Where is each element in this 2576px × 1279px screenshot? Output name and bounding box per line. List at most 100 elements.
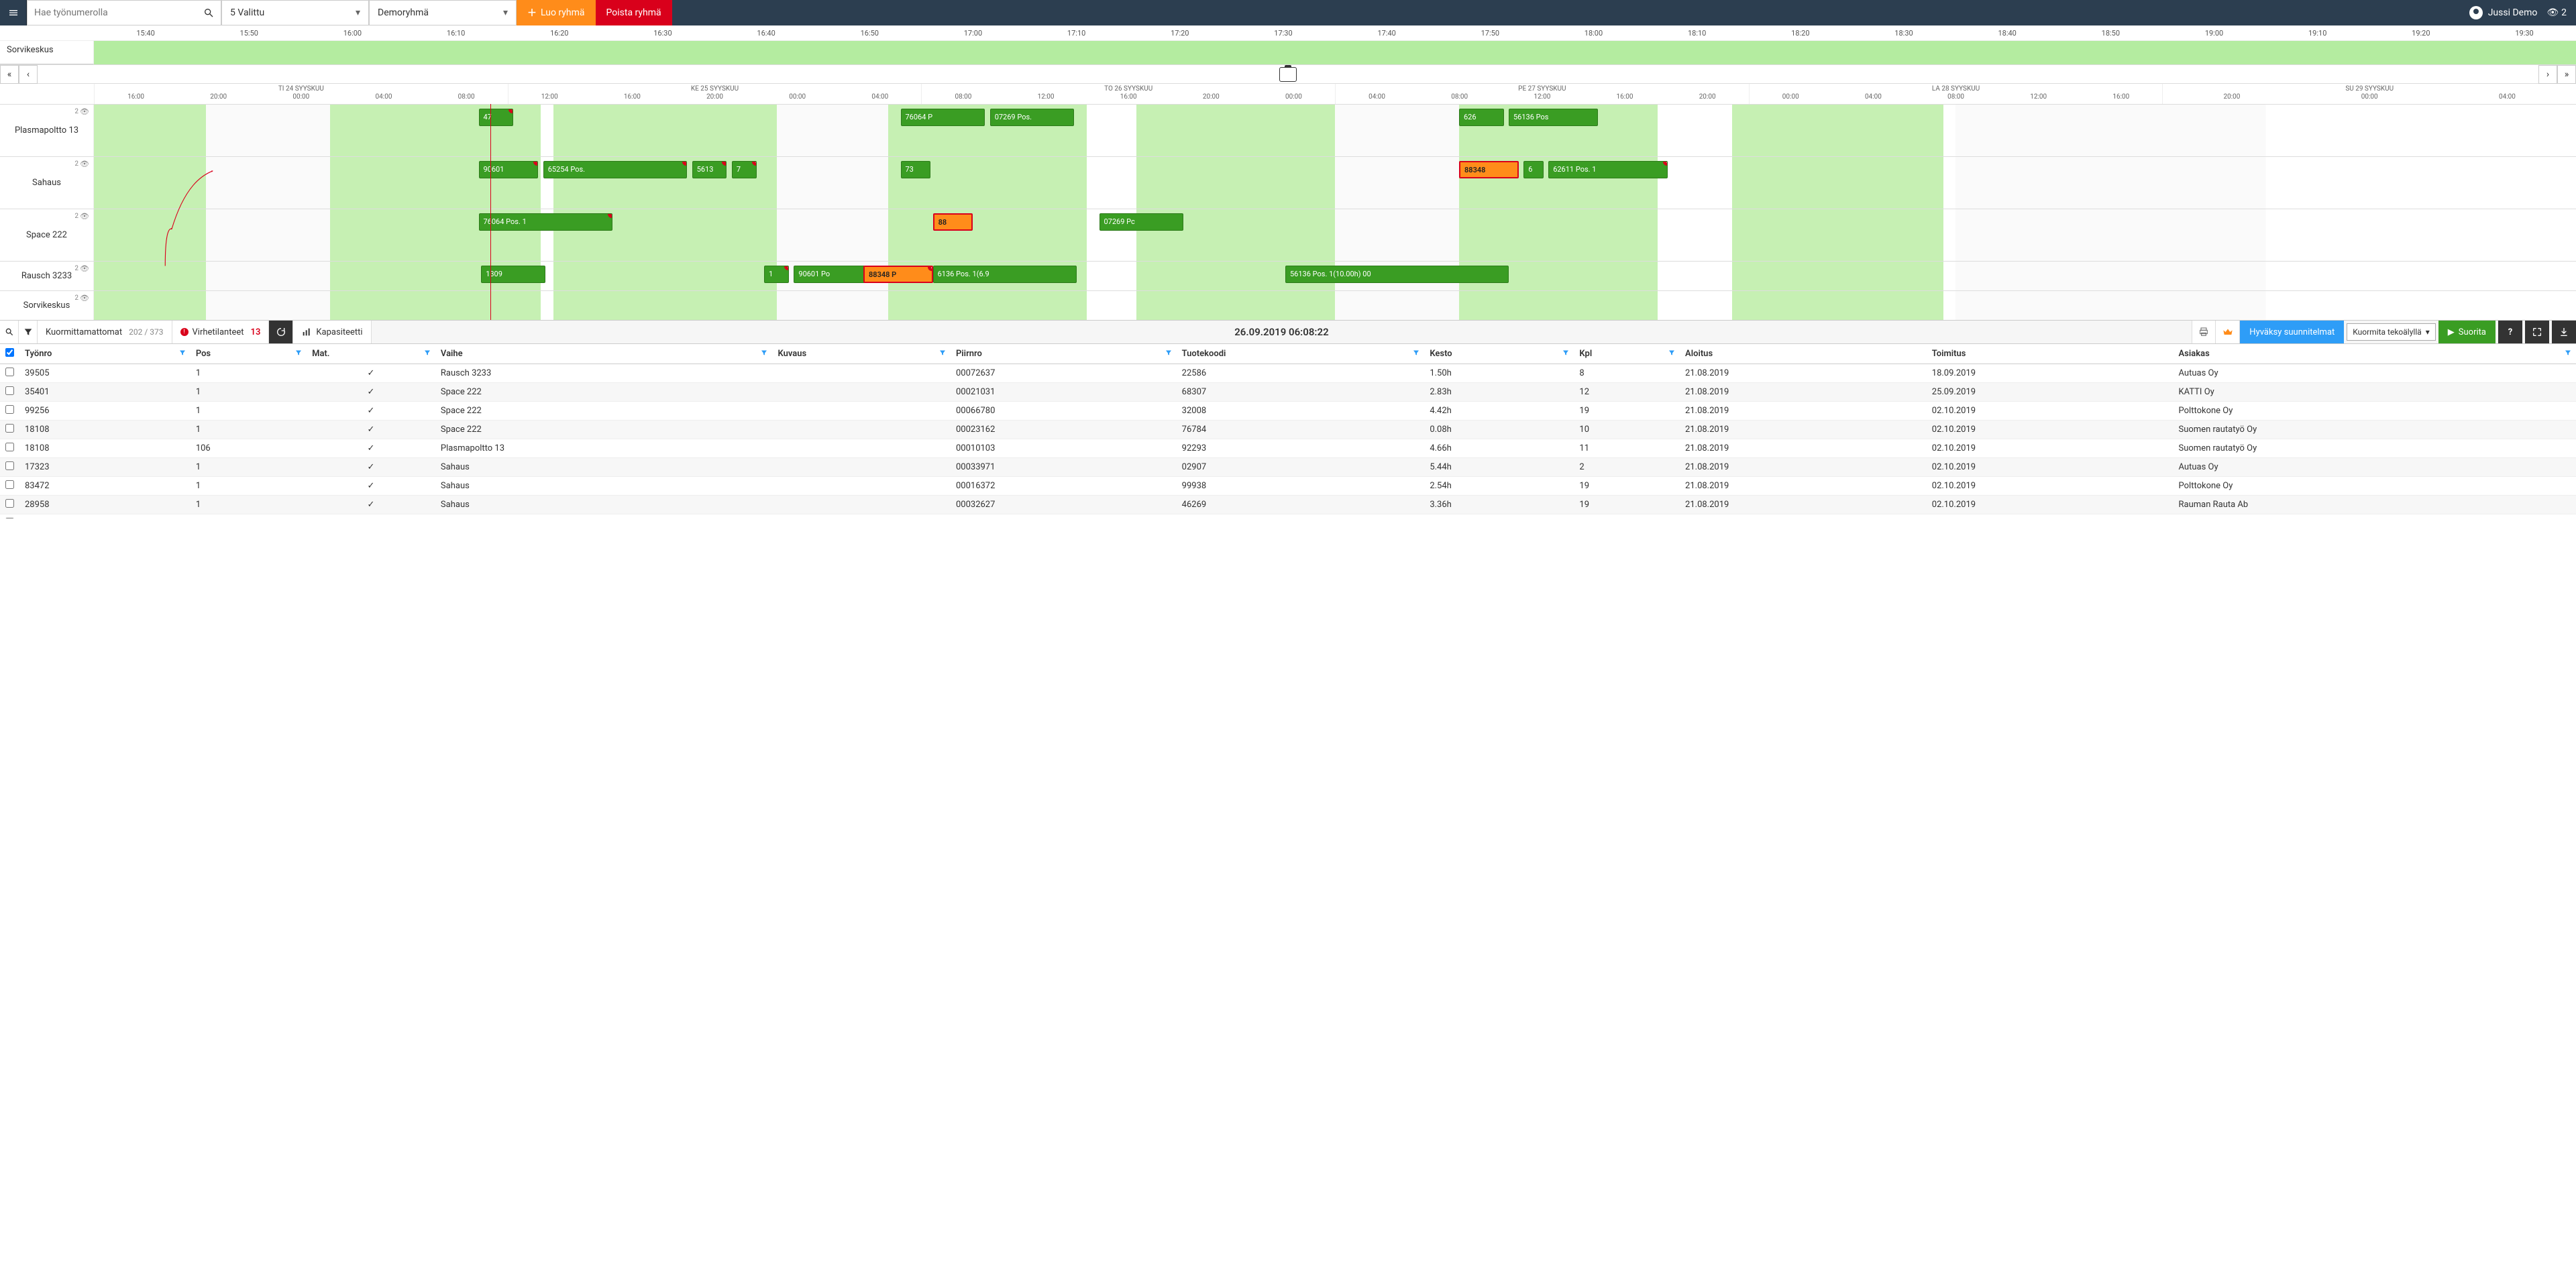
gantt-task[interactable]: 76064 P	[901, 109, 985, 126]
capacity-tab[interactable]: Kapasiteetti	[293, 321, 371, 343]
filter-icon[interactable]	[178, 349, 186, 359]
unloaded-tab[interactable]: Kuormittamattomat 202 / 373	[38, 321, 172, 343]
col-header[interactable]: Tuotekoodi	[1177, 344, 1425, 364]
row-checkbox[interactable]	[5, 405, 14, 414]
table-row[interactable]: 304431✓Space 22200027311305863.36h1221.0…	[0, 514, 2576, 519]
col-header[interactable]: Vaihe	[435, 344, 773, 364]
group-dropdown[interactable]: Demoryhmä	[369, 0, 517, 25]
col-header[interactable]: Toimitus	[1927, 344, 2174, 364]
cell-kpl: 12	[1574, 514, 1680, 519]
col-header[interactable]: Työnro	[19, 344, 191, 364]
cell-vaihe: Plasmapoltto 13	[435, 439, 773, 458]
gantt-task[interactable]: 07269 Pos.	[990, 109, 1075, 126]
filter-icon[interactable]	[760, 349, 768, 359]
help-button[interactable]: ?	[2498, 321, 2522, 343]
row-checkbox[interactable]	[5, 480, 14, 489]
nav-prev-button[interactable]: ‹	[19, 65, 38, 84]
gantt-task[interactable]: 6	[1523, 161, 1544, 178]
filter-icon[interactable]	[2564, 349, 2572, 359]
filter-funnel-button[interactable]	[19, 321, 38, 343]
filter-search-button[interactable]	[0, 321, 19, 343]
gantt-task[interactable]: 56136 Pos	[1509, 109, 1598, 126]
create-group-button[interactable]: Luo ryhmä	[517, 0, 596, 25]
col-header[interactable]: Kpl	[1574, 344, 1680, 364]
gantt-task[interactable]: 62611 Pos. 1!	[1548, 161, 1668, 178]
gantt-row-label: Space 2222	[0, 209, 94, 261]
col-checkbox[interactable]	[0, 344, 19, 364]
row-checkbox[interactable]	[5, 424, 14, 433]
search-input[interactable]	[28, 7, 197, 18]
gantt-task[interactable]: 626	[1459, 109, 1504, 126]
execute-button[interactable]: ▶ Suorita	[2438, 321, 2496, 343]
table-row[interactable]: 395051✓Rausch 323300072637225861.50h821.…	[0, 364, 2576, 383]
gantt-track[interactable]: 47! 76064 P 07269 Pos. 626 56136 Pos	[94, 105, 2576, 156]
gantt-task[interactable]: 88	[933, 213, 973, 231]
gantt-task[interactable]: 47!	[479, 109, 514, 126]
download-button[interactable]	[2552, 321, 2576, 343]
gantt-task[interactable]: 65254 Pos.!	[543, 161, 688, 178]
gantt-task[interactable]: 73	[901, 161, 930, 178]
gantt-track[interactable]	[94, 291, 2576, 320]
errors-tab[interactable]: ! Virhetilanteet 13	[172, 321, 270, 343]
gantt-task[interactable]: 07269 Pc	[1099, 213, 1184, 231]
gantt-track[interactable]: 76064 Pos. 1! 88 07269 Pc	[94, 209, 2576, 261]
gantt-track[interactable]: 90601!65254 Pos.!5613! 7! 73 88348662611 Po…	[94, 157, 2576, 209]
print-button[interactable]	[2192, 321, 2216, 343]
nav-last-button[interactable]: »	[2557, 65, 2576, 84]
gantt-task[interactable]: 7!	[732, 161, 757, 178]
row-checkbox[interactable]	[5, 461, 14, 470]
selection-dropdown[interactable]: 5 Valittu	[221, 0, 369, 25]
gantt-task[interactable]: 1!	[764, 266, 789, 283]
col-header[interactable]: Kuvaus	[772, 344, 950, 364]
nav-first-button[interactable]: «	[0, 65, 19, 84]
filter-icon[interactable]	[294, 349, 303, 359]
table-row[interactable]: 992561✓Space 22200066780320084.42h1921.0…	[0, 402, 2576, 421]
filter-icon[interactable]	[1412, 349, 1420, 359]
menu-button[interactable]	[0, 0, 27, 25]
table-row[interactable]: 181081✓Space 22200023162767840.08h1021.0…	[0, 421, 2576, 439]
col-header[interactable]: Mat.	[307, 344, 435, 364]
row-checkbox[interactable]	[5, 499, 14, 508]
table-row[interactable]: 18108106✓Plasmapoltto 1300010103922934.6…	[0, 439, 2576, 458]
cell-vaihe: Rausch 3233	[435, 364, 773, 383]
gantt-task[interactable]: 88348 P!	[863, 266, 933, 283]
approve-plans-button[interactable]: Hyväksy suunnitelmat	[2240, 321, 2344, 343]
filter-icon[interactable]	[423, 349, 431, 359]
data-table-wrap[interactable]: TyönroPosMat.VaiheKuvausPiirnroTuotekood…	[0, 344, 2576, 518]
row-checkbox[interactable]	[5, 443, 14, 451]
gantt-task[interactable]: 5613!	[692, 161, 727, 178]
row-checkbox[interactable]	[5, 386, 14, 395]
ai-load-select[interactable]: Kuormita tekoälyllä ▾	[2347, 323, 2436, 341]
col-header[interactable]: Aloitus	[1680, 344, 1927, 364]
search-box[interactable]	[27, 0, 221, 25]
filter-icon[interactable]	[938, 349, 947, 359]
col-header[interactable]: Kesto	[1424, 344, 1574, 364]
table-row[interactable]: 173231✓Sahaus00033971029075.44h221.08.20…	[0, 458, 2576, 477]
gantt-task[interactable]: 88348	[1459, 161, 1519, 178]
user-menu[interactable]: Jussi Demo	[2460, 0, 2547, 25]
filter-icon[interactable]	[1165, 349, 1173, 359]
gantt-task[interactable]: 76064 Pos. 1!	[479, 213, 613, 231]
crown-button[interactable]	[2216, 321, 2240, 343]
gantt-track[interactable]: 13091!90601 Po!88348 P!6136 Pos. 1(6.956…	[94, 262, 2576, 290]
gantt-task[interactable]: 56136 Pos. 1(10.00h) 00	[1285, 266, 1509, 283]
cell-tyonro: 17323	[19, 458, 191, 477]
search-button[interactable]	[197, 7, 221, 18]
nav-next-button[interactable]: ›	[2538, 65, 2557, 84]
filter-icon[interactable]	[1562, 349, 1570, 359]
fullscreen-button[interactable]	[2525, 321, 2549, 343]
delete-group-button[interactable]: Poista ryhmä	[596, 0, 672, 25]
select-all-checkbox[interactable]	[5, 348, 14, 357]
table-row[interactable]: 289581✓Sahaus00032627462693.36h1921.08.2…	[0, 496, 2576, 514]
gantt-task[interactable]: 6136 Pos. 1(6.9	[933, 266, 1077, 283]
table-row[interactable]: 834721✓Sahaus00016372999382.54h1921.08.2…	[0, 477, 2576, 496]
table-row[interactable]: 354011✓Space 22200021031683072.83h1221.0…	[0, 383, 2576, 402]
col-header[interactable]: Pos	[191, 344, 307, 364]
col-header[interactable]: Piirnro	[951, 344, 1177, 364]
gantt-task[interactable]: 90601!	[479, 161, 539, 178]
filter-icon[interactable]	[1668, 349, 1676, 359]
col-header[interactable]: Asiakas	[2174, 344, 2576, 364]
refresh-button[interactable]	[269, 321, 293, 343]
camera-icon[interactable]	[1279, 67, 1297, 82]
row-checkbox[interactable]	[5, 368, 14, 376]
